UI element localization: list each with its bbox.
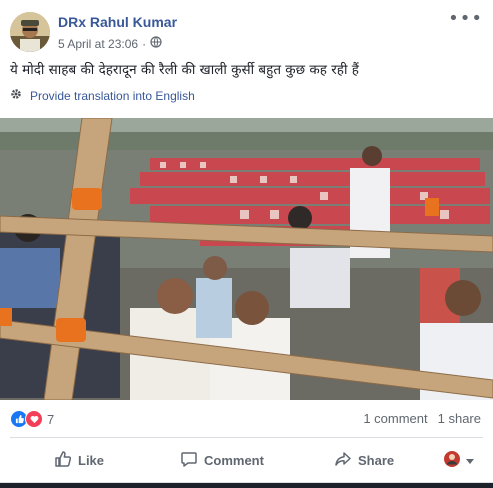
meta-separator: · bbox=[142, 36, 147, 51]
share-button[interactable]: Share bbox=[334, 444, 394, 476]
bottom-strip bbox=[0, 483, 493, 488]
profile-avatar-icon bbox=[444, 450, 460, 470]
engagement-counts: 1 comment 1 share bbox=[363, 411, 481, 426]
globe-icon bbox=[150, 36, 162, 51]
author-avatar[interactable] bbox=[10, 12, 50, 52]
comment-label: Comment bbox=[204, 452, 264, 468]
share-label: Share bbox=[358, 452, 395, 468]
post-text: ये मोदी साहब की देहरादून की रैली की खाली… bbox=[10, 62, 359, 78]
comment-count-link[interactable]: 1 comment bbox=[363, 411, 427, 426]
action-bar: Like Comment Share bbox=[0, 444, 493, 478]
thumbs-up-icon bbox=[54, 450, 72, 471]
like-label: Like bbox=[78, 452, 105, 468]
comment-icon bbox=[180, 450, 198, 471]
share-count-link[interactable]: 1 share bbox=[438, 411, 481, 426]
divider bbox=[10, 437, 483, 438]
love-reaction-icon bbox=[25, 410, 43, 428]
post-card: DRx Rahul Kumar 5 April at 23:06 · ••• य… bbox=[0, 0, 493, 483]
share-audience-selector[interactable] bbox=[444, 444, 474, 476]
post-meta: 5 April at 23:06 · bbox=[58, 36, 162, 51]
reaction-count: 7 bbox=[47, 411, 55, 427]
more-options-button[interactable]: ••• bbox=[448, 8, 483, 29]
chevron-down-icon bbox=[466, 453, 474, 468]
author-name[interactable]: DRx Rahul Kumar bbox=[58, 14, 177, 30]
reactions-summary[interactable]: 7 bbox=[10, 410, 54, 428]
share-arrow-icon bbox=[334, 450, 352, 471]
translate-label: Provide translation into English bbox=[30, 88, 195, 103]
post-header: DRx Rahul Kumar 5 April at 23:06 · ••• bbox=[0, 0, 493, 58]
comment-button[interactable]: Comment bbox=[180, 444, 264, 476]
like-button[interactable]: Like bbox=[54, 444, 104, 476]
translate-link[interactable]: Provide translation into English bbox=[10, 88, 195, 103]
gear-icon bbox=[10, 88, 22, 103]
post-photo[interactable] bbox=[0, 118, 493, 400]
post-timestamp[interactable]: 5 April at 23:06 bbox=[58, 37, 138, 51]
